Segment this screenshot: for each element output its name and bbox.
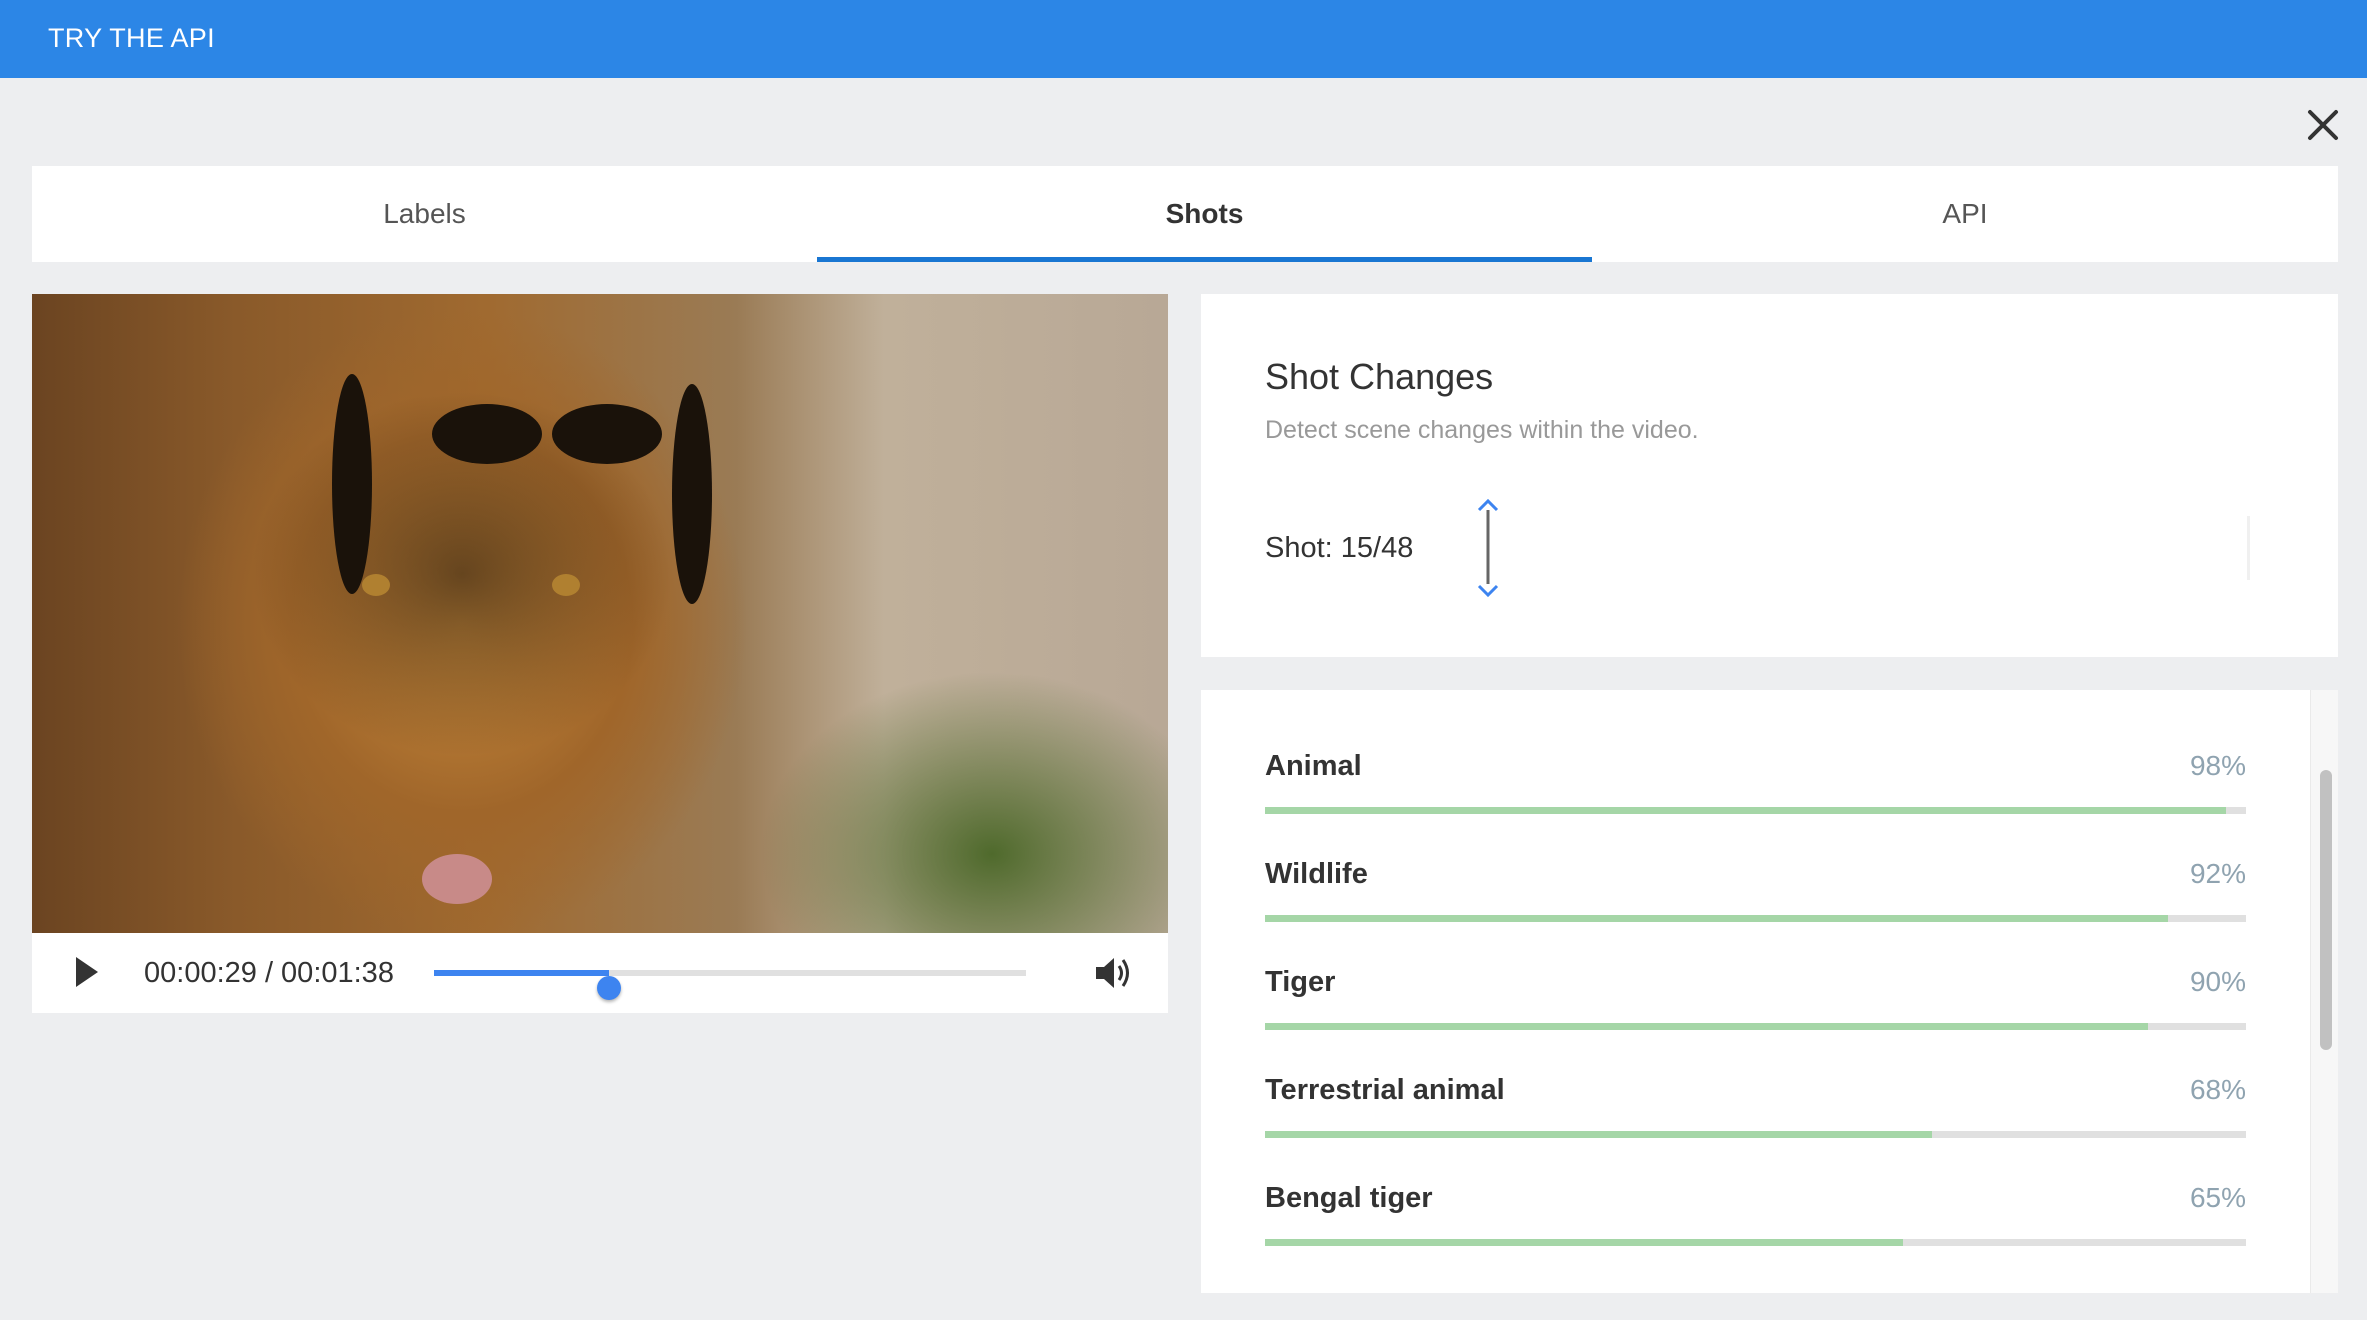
- video-detail: [432, 404, 542, 464]
- label-name: Bengal tiger: [1265, 1182, 1433, 1214]
- label-confidence: 92%: [2189, 858, 2246, 889]
- shot-navigator[interactable]: [1473, 498, 1503, 598]
- label-item: Wildlife 92%: [1265, 858, 2246, 948]
- time-display: 00:00:29 / 00:01:38: [144, 957, 394, 989]
- top-bar: TRY THE API: [0, 0, 2367, 78]
- tab-shots[interactable]: Shots: [817, 166, 1592, 262]
- shot-counter: Shot: 15/48: [1265, 532, 1414, 564]
- video-detail: [672, 384, 712, 604]
- volume-button[interactable]: [1092, 953, 1136, 993]
- page-title: TRY THE API: [48, 23, 215, 53]
- divider: [2247, 516, 2250, 580]
- video-controls: 00:00:29 / 00:01:38: [32, 933, 1168, 1013]
- confidence-bar: [1265, 1239, 2246, 1246]
- label-item: Terrestrial animal 68%: [1265, 1074, 2246, 1164]
- label-name: Animal: [1265, 750, 1362, 782]
- label-name: Tiger: [1265, 966, 1336, 998]
- label-confidence: 65%: [2189, 1182, 2246, 1213]
- seek-bar-progress: [434, 970, 610, 976]
- confidence-bar: [1265, 807, 2246, 814]
- shot-changes-title: Shot Changes: [1265, 356, 1494, 397]
- confidence-bar: [1265, 1023, 2246, 1030]
- label-item: Bengal tiger 65%: [1265, 1182, 2246, 1272]
- shot-changes-card: Shot Changes Detect scene changes within…: [1201, 294, 2338, 657]
- labels-scrollbar[interactable]: [2310, 690, 2338, 1293]
- tab-api[interactable]: API: [1592, 166, 2338, 262]
- confidence-bar-fill: [1265, 1131, 1933, 1138]
- label-confidence: 98%: [2189, 750, 2246, 781]
- video-detail: [552, 404, 662, 464]
- label-item: Tiger 90%: [1265, 966, 2246, 1056]
- tab-labels[interactable]: Labels: [32, 166, 817, 262]
- labels-list: Animal 98% Wildlife 92% Tiger 90% Terres…: [1201, 690, 2310, 1293]
- confidence-bar-fill: [1265, 807, 2227, 814]
- video-detail: [362, 574, 390, 596]
- confidence-bar: [1265, 915, 2246, 922]
- play-button[interactable]: [76, 957, 98, 987]
- video-frame-tiger[interactable]: [32, 294, 1168, 933]
- volume-icon: [1096, 958, 1129, 988]
- confidence-bar-fill: [1265, 1023, 2148, 1030]
- label-confidence: 90%: [2189, 966, 2246, 997]
- shot-changes-description: Detect scene changes within the video.: [1265, 416, 1699, 444]
- confidence-bar-fill: [1265, 915, 2168, 922]
- seek-handle[interactable]: [597, 976, 622, 1000]
- label-item: Animal 98%: [1265, 750, 2246, 840]
- label-name: Terrestrial animal: [1265, 1074, 1505, 1106]
- video-detail: [552, 574, 580, 596]
- close-icon: [2308, 110, 2338, 140]
- video-detail: [332, 374, 372, 594]
- confidence-bar-fill: [1265, 1239, 1903, 1246]
- up-down-arrow-icon: [1477, 498, 1499, 598]
- confidence-bar: [1265, 1131, 2246, 1138]
- scrollbar-thumb[interactable]: [2320, 770, 2332, 1050]
- tab-bar: Labels Shots API: [32, 166, 2338, 262]
- video-detail: [422, 854, 492, 904]
- close-button[interactable]: [2302, 104, 2344, 146]
- label-name: Wildlife: [1265, 858, 1368, 890]
- label-confidence: 68%: [2189, 1074, 2246, 1105]
- seek-bar[interactable]: [434, 970, 1026, 976]
